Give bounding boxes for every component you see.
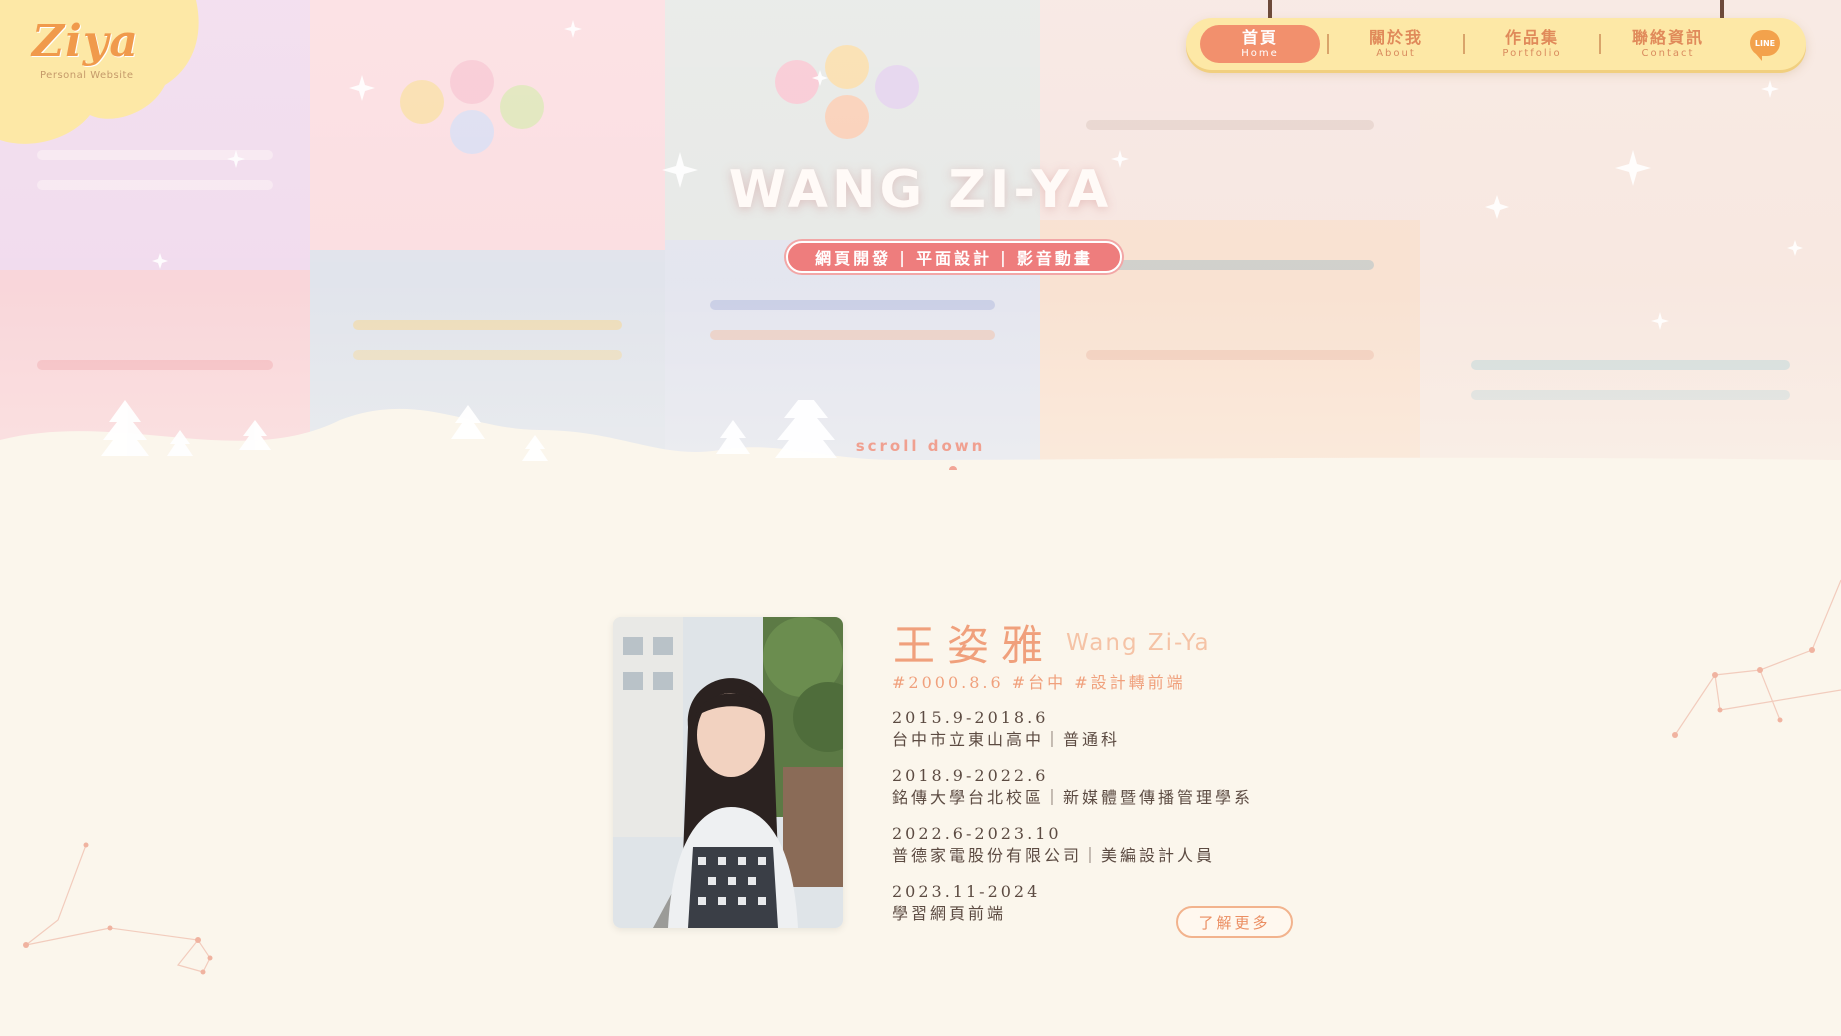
- hero-title: WANG ZI-YA: [728, 160, 1113, 220]
- nav-divider: [1592, 34, 1608, 54]
- site-logo[interactable]: Ziya: [32, 16, 139, 67]
- profile-photo: [613, 617, 843, 928]
- nav-hanger-right: [1720, 0, 1724, 20]
- snow-hill-divider: [0, 400, 1841, 470]
- tag-graphic-design: 平面設計: [915, 249, 992, 268]
- nav-portfolio[interactable]: 作品集 Portfolio: [1472, 25, 1592, 63]
- nav-home-label: 首頁: [1241, 28, 1278, 47]
- timeline-date: 2022.6-2023.10: [892, 824, 1062, 843]
- nav-contact-sublabel: Contact: [1641, 48, 1695, 59]
- nav-about-sublabel: About: [1376, 48, 1416, 59]
- line-chat-icon[interactable]: LINE: [1750, 30, 1780, 61]
- profile-name-english: Wang Zi-Ya: [1066, 630, 1211, 656]
- nav-contact[interactable]: 聯絡資訊 Contact: [1608, 25, 1728, 63]
- timeline-description: 銘傳大學台北校區｜新媒體暨傳播管理學系: [892, 788, 1254, 807]
- tag-video-animation: 影音動畫: [1016, 249, 1093, 268]
- nav-divider: [1456, 34, 1472, 54]
- learn-more-button[interactable]: 了解更多: [1176, 906, 1293, 938]
- education-work-timeline: 2015.9-2018.6 台中市立東山高中｜普通科 2018.9-2022.6…: [892, 707, 1253, 939]
- nav-portfolio-sublabel: Portfolio: [1502, 48, 1562, 59]
- constellation-decoration-left: [23, 842, 213, 975]
- tag-separator: |: [899, 247, 908, 267]
- nav-home[interactable]: 首頁 Home: [1200, 25, 1320, 63]
- profile-hashtags: #2000.8.6 #台中 #設計轉前端: [892, 673, 1186, 692]
- nav-portfolio-label: 作品集: [1504, 28, 1559, 47]
- profile-name-chinese: 王姿雅: [893, 621, 1056, 670]
- tag-separator: |: [1000, 247, 1009, 267]
- timeline-description: 台中市立東山高中｜普通科: [892, 730, 1121, 749]
- hero-skill-tags: 網頁開發 | 平面設計 | 影音動畫: [786, 241, 1122, 273]
- timeline-item: 2018.9-2022.6 銘傳大學台北校區｜新媒體暨傳播管理學系: [892, 765, 1253, 823]
- nav-about[interactable]: 關於我 About: [1336, 25, 1456, 63]
- hero-banner: WANG ZI-YA 網頁開發 | 平面設計 | 影音動畫 scroll dow…: [0, 0, 1841, 470]
- timeline-date: 2018.9-2022.6: [892, 766, 1049, 785]
- main-navigation: 首頁 Home 關於我 About 作品集 Portfolio 聯絡資訊 Con…: [1186, 18, 1806, 70]
- scroll-indicator-dots: [949, 466, 957, 470]
- timeline-date: 2015.9-2018.6: [892, 708, 1049, 727]
- scroll-down-label[interactable]: scroll down: [0, 437, 1841, 455]
- nav-hanger-left: [1268, 0, 1272, 20]
- nav-divider: [1320, 34, 1336, 54]
- constellation-decoration-right: [1672, 579, 1841, 738]
- timeline-description: 普德家電股份有限公司｜美編設計人員: [892, 846, 1216, 865]
- timeline-date: 2023.11-2024: [892, 882, 1041, 901]
- tag-web-dev: 網頁開發: [815, 249, 892, 268]
- timeline-item: 2015.9-2018.6 台中市立東山高中｜普通科: [892, 707, 1253, 765]
- nav-home-sublabel: Home: [1241, 48, 1279, 59]
- logo-subtitle: Personal Website: [40, 70, 134, 81]
- nav-about-label: 關於我: [1368, 28, 1423, 47]
- timeline-item: 2022.6-2023.10 普德家電股份有限公司｜美編設計人員: [892, 823, 1253, 881]
- nav-contact-label: 聯絡資訊: [1631, 28, 1704, 47]
